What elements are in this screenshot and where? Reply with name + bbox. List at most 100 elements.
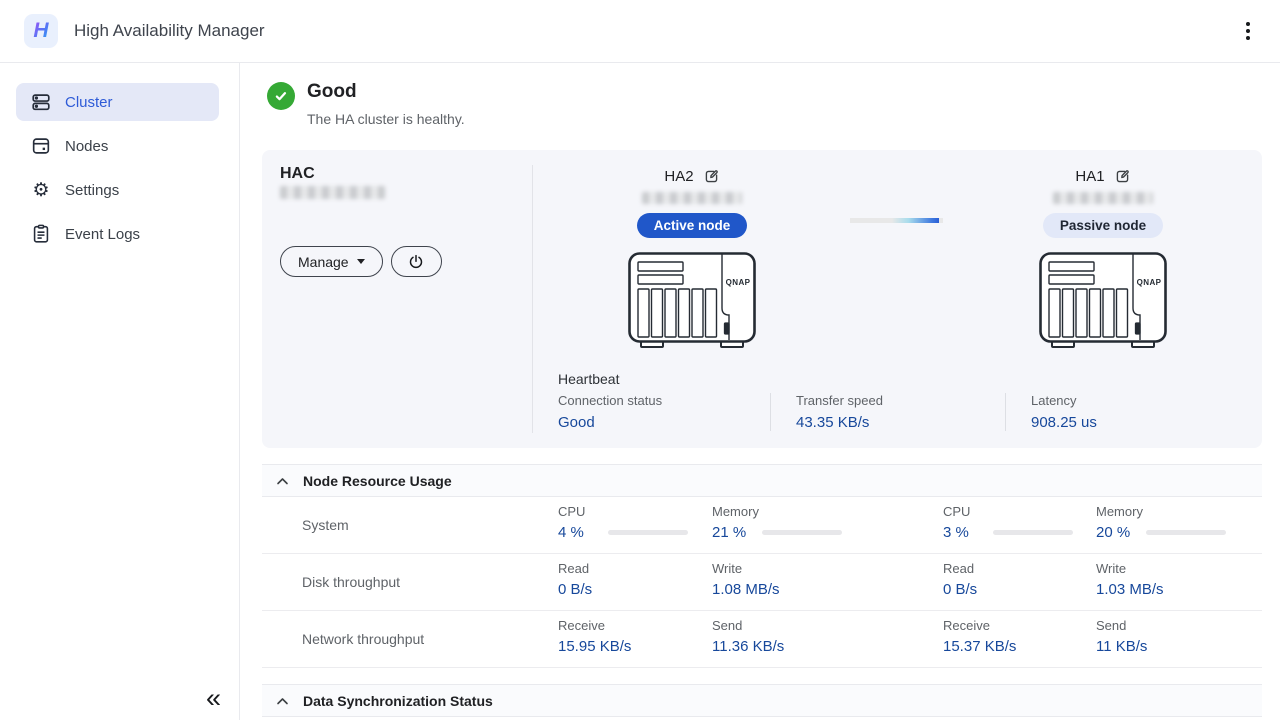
metric-value: 15.95 KB/s bbox=[558, 638, 631, 655]
manage-button-label: Manage bbox=[298, 254, 349, 270]
sidebar-item-settings[interactable]: ⚙ Settings bbox=[16, 171, 219, 209]
heartbeat-title: Heartbeat bbox=[558, 371, 619, 387]
metric-label: Memory bbox=[712, 504, 842, 519]
metric-value: 15.37 KB/s bbox=[943, 638, 1016, 655]
server-stack-icon bbox=[30, 91, 52, 113]
sidebar-item-label: Event Logs bbox=[65, 226, 140, 243]
sidebar-item-label: Settings bbox=[65, 182, 119, 199]
cluster-health-title: Good bbox=[307, 81, 357, 103]
stat-label: Connection status bbox=[558, 393, 662, 408]
resource-row: Network throughput Receive 15.95 KB/s Se… bbox=[262, 611, 1262, 668]
metric-progressbar bbox=[1146, 530, 1226, 535]
app-logo-icon: H bbox=[24, 14, 58, 48]
section-header-data-sync-status: Data Synchronization Status bbox=[262, 684, 1262, 717]
metric-value: 11 KB/s bbox=[1096, 638, 1147, 655]
stat-value: 43.35 KB/s bbox=[796, 414, 883, 431]
metric-cell: CPU 4 % bbox=[558, 504, 688, 541]
metric-progressbar bbox=[993, 530, 1073, 535]
metric-progressbar bbox=[762, 530, 842, 535]
power-icon bbox=[407, 253, 425, 271]
nas-device-illustration: QNAP bbox=[1038, 251, 1168, 351]
metric-progressbar bbox=[608, 530, 688, 535]
card-divider bbox=[532, 165, 533, 433]
top-bar: H High Availability Manager bbox=[0, 0, 1280, 63]
heartbeat-connection-status: Connection status Good bbox=[558, 393, 662, 431]
cluster-name: HAC bbox=[280, 165, 315, 183]
row-label: System bbox=[302, 517, 349, 533]
sidebar-item-cluster[interactable]: Cluster bbox=[16, 83, 219, 121]
cluster-ip-redacted bbox=[280, 186, 385, 199]
metric-label: Memory bbox=[1096, 504, 1226, 519]
metric-label: Read bbox=[943, 561, 987, 576]
stat-value: 908.25 us bbox=[1031, 414, 1097, 431]
metric-value: 0 B/s bbox=[943, 581, 987, 598]
edit-node-name-icon[interactable] bbox=[703, 168, 720, 185]
section-title: Data Synchronization Status bbox=[303, 693, 493, 709]
health-check-icon bbox=[267, 82, 295, 110]
cluster-card: HAC Manage HA2 bbox=[262, 150, 1262, 448]
nas-device-illustration: QNAP bbox=[627, 251, 757, 351]
metric-value: 1.03 MB/s bbox=[1096, 581, 1164, 598]
metric-cell: Receive 15.37 KB/s bbox=[943, 618, 1016, 655]
clipboard-icon bbox=[30, 223, 52, 245]
metric-value: 4 % bbox=[558, 524, 602, 541]
row-label: Network throughput bbox=[302, 631, 424, 647]
row-label: Disk throughput bbox=[302, 574, 400, 590]
more-options-icon[interactable] bbox=[1240, 16, 1256, 46]
metric-label: CPU bbox=[943, 504, 1073, 519]
metric-cell: Read 0 B/s bbox=[943, 561, 987, 598]
app-title: High Availability Manager bbox=[74, 21, 265, 41]
main-content: Good The HA cluster is healthy. HAC Mana… bbox=[240, 63, 1280, 720]
metric-label: Read bbox=[558, 561, 602, 576]
metric-value: 20 % bbox=[1096, 524, 1140, 541]
metric-value: 0 B/s bbox=[558, 581, 602, 598]
sync-direction-indicator bbox=[850, 218, 943, 223]
metric-value: 1.08 MB/s bbox=[712, 581, 780, 598]
section-header-node-resource-usage: Node Resource Usage bbox=[262, 464, 1262, 497]
node-active: HA2 Active node bbox=[592, 168, 792, 351]
metric-value: 11.36 KB/s bbox=[712, 638, 784, 655]
stat-label: Transfer speed bbox=[796, 393, 883, 408]
sidebar-item-label: Nodes bbox=[65, 138, 108, 155]
app-window: H High Availability Manager Cluster Node… bbox=[0, 0, 1280, 720]
collapse-sidebar-button[interactable]: « bbox=[206, 685, 221, 712]
node-ip-redacted bbox=[642, 192, 742, 204]
sidebar-item-nodes[interactable]: Nodes bbox=[16, 127, 219, 165]
metric-cell: CPU 3 % bbox=[943, 504, 1073, 541]
metric-label: Receive bbox=[558, 618, 631, 633]
metric-label: Write bbox=[1096, 561, 1164, 576]
resource-row: System CPU 4 % Memory 21 % CPU 3 % Memor… bbox=[262, 497, 1262, 554]
svg-text:QNAP: QNAP bbox=[1137, 278, 1162, 287]
metric-cell: Read 0 B/s bbox=[558, 561, 602, 598]
cluster-health-subtitle: The HA cluster is healthy. bbox=[307, 111, 465, 127]
metric-label: Write bbox=[712, 561, 780, 576]
node-passive: HA1 Passive node bbox=[1003, 168, 1203, 351]
metric-cell: Send 11.36 KB/s bbox=[712, 618, 784, 655]
edit-node-name-icon[interactable] bbox=[1114, 168, 1131, 185]
metric-cell: Send 11 KB/s bbox=[1096, 618, 1147, 655]
metric-cell: Memory 20 % bbox=[1096, 504, 1226, 541]
metric-cell: Write 1.08 MB/s bbox=[712, 561, 780, 598]
gear-icon: ⚙ bbox=[30, 181, 52, 200]
node-name: HA2 bbox=[664, 168, 693, 185]
nas-icon bbox=[30, 135, 52, 157]
power-button[interactable] bbox=[391, 246, 442, 277]
resource-row: Disk throughput Read 0 B/s Write 1.08 MB… bbox=[262, 554, 1262, 611]
metric-value: 3 % bbox=[943, 524, 987, 541]
svg-text:QNAP: QNAP bbox=[726, 278, 751, 287]
manage-button[interactable]: Manage bbox=[280, 246, 383, 277]
collapse-section-icon[interactable] bbox=[276, 696, 289, 706]
section-title: Node Resource Usage bbox=[303, 473, 452, 489]
node-ip-redacted bbox=[1053, 192, 1153, 204]
sidebar-item-event-logs[interactable]: Event Logs bbox=[16, 215, 219, 253]
metric-label: Receive bbox=[943, 618, 1016, 633]
metric-cell: Memory 21 % bbox=[712, 504, 842, 541]
collapse-section-icon[interactable] bbox=[276, 476, 289, 486]
stat-label: Latency bbox=[1031, 393, 1097, 408]
metric-label: Send bbox=[712, 618, 784, 633]
metric-cell: Write 1.03 MB/s bbox=[1096, 561, 1164, 598]
stat-value: Good bbox=[558, 414, 662, 431]
node-role-badge: Passive node bbox=[1043, 213, 1163, 238]
heartbeat-latency: Latency 908.25 us bbox=[1005, 393, 1097, 431]
resource-rows: System CPU 4 % Memory 21 % CPU 3 % Memor… bbox=[262, 497, 1262, 668]
